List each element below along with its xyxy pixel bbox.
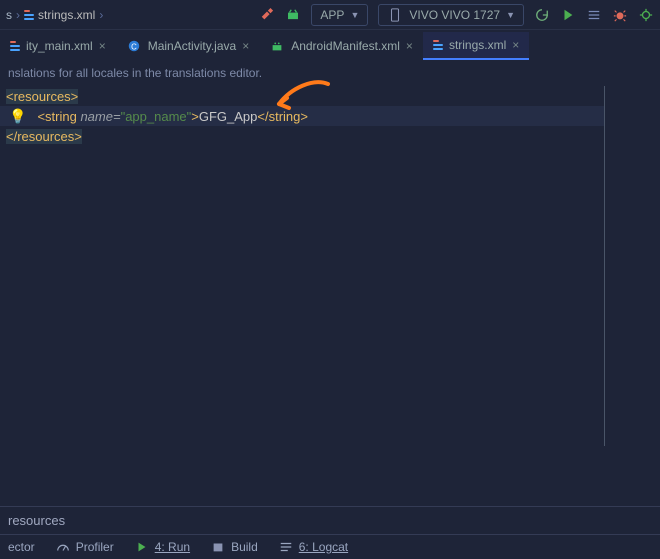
tool-run[interactable]: 4: Run bbox=[134, 539, 190, 555]
gauge-icon bbox=[55, 539, 71, 555]
chevron-down-icon: ▼ bbox=[506, 10, 515, 20]
logcat-icon bbox=[278, 539, 294, 555]
breadcrumb-bar[interactable]: resources bbox=[0, 507, 660, 534]
editor-viewport[interactable]: <resources> 💡 <string name="app_name">GF… bbox=[0, 86, 660, 446]
attach-debug-icon[interactable] bbox=[638, 7, 654, 23]
chevron-down-icon: ▼ bbox=[350, 10, 359, 20]
android-icon bbox=[285, 7, 301, 23]
bottom-toolwindow-bar: ector Profiler 4: Run Build 6: Logcat bbox=[0, 535, 660, 559]
phone-icon bbox=[387, 7, 403, 23]
device-selector[interactable]: VIVO VIVO 1727 ▼ bbox=[378, 4, 524, 26]
editor-tabs: ity_main.xml × C MainActivity.java × And… bbox=[0, 30, 660, 60]
xml-file-icon bbox=[24, 10, 34, 20]
xml-file-icon bbox=[10, 41, 20, 51]
bug-icon[interactable] bbox=[612, 7, 628, 23]
close-icon[interactable]: × bbox=[406, 39, 413, 53]
close-icon[interactable]: × bbox=[242, 39, 249, 53]
play-icon bbox=[134, 539, 150, 555]
tab-strings[interactable]: strings.xml × bbox=[423, 32, 529, 60]
run-config-selector[interactable]: APP ▼ bbox=[311, 4, 368, 26]
tab-mainactivity[interactable]: C MainActivity.java × bbox=[116, 32, 260, 60]
run-config-label: APP bbox=[320, 8, 344, 22]
tab-label: AndroidManifest.xml bbox=[291, 39, 400, 53]
tab-label: ity_main.xml bbox=[26, 39, 93, 53]
tool-build[interactable]: Build bbox=[210, 539, 258, 555]
tab-manifest[interactable]: AndroidManifest.xml × bbox=[259, 32, 423, 60]
tab-activity-main[interactable]: ity_main.xml × bbox=[0, 32, 116, 60]
breadcrumb-file[interactable]: strings.xml bbox=[24, 8, 95, 22]
close-icon[interactable]: × bbox=[512, 38, 519, 52]
android-icon bbox=[269, 38, 285, 54]
build-hammer-icon[interactable] bbox=[259, 7, 275, 23]
breadcrumb-separator: › bbox=[99, 8, 103, 22]
debug-list-icon[interactable] bbox=[586, 7, 602, 23]
code-line: </resources> bbox=[0, 126, 604, 146]
tool-profiler[interactable]: Profiler bbox=[55, 539, 114, 555]
run-icon[interactable] bbox=[560, 7, 576, 23]
editor-right-margin bbox=[604, 86, 660, 446]
breadcrumb-file-label: strings.xml bbox=[38, 8, 95, 22]
close-icon[interactable]: × bbox=[99, 39, 106, 53]
java-class-icon: C bbox=[126, 38, 142, 54]
xml-file-icon bbox=[433, 40, 443, 50]
tab-label: MainActivity.java bbox=[148, 39, 236, 53]
annotation-arrow-icon bbox=[273, 78, 333, 116]
device-label: VIVO VIVO 1727 bbox=[409, 8, 500, 22]
build-icon bbox=[210, 539, 226, 555]
breadcrumb-seg: s bbox=[6, 8, 12, 22]
svg-text:C: C bbox=[131, 43, 137, 52]
breadcrumb: s › strings.xml › bbox=[6, 8, 103, 22]
tool-layout-inspector[interactable]: ector bbox=[8, 540, 35, 554]
tool-logcat[interactable]: 6: Logcat bbox=[278, 539, 348, 555]
breadcrumb-separator: › bbox=[16, 8, 20, 22]
lightbulb-icon[interactable]: 💡 bbox=[6, 108, 29, 125]
sync-icon[interactable] bbox=[534, 7, 550, 23]
tab-label: strings.xml bbox=[449, 38, 506, 52]
